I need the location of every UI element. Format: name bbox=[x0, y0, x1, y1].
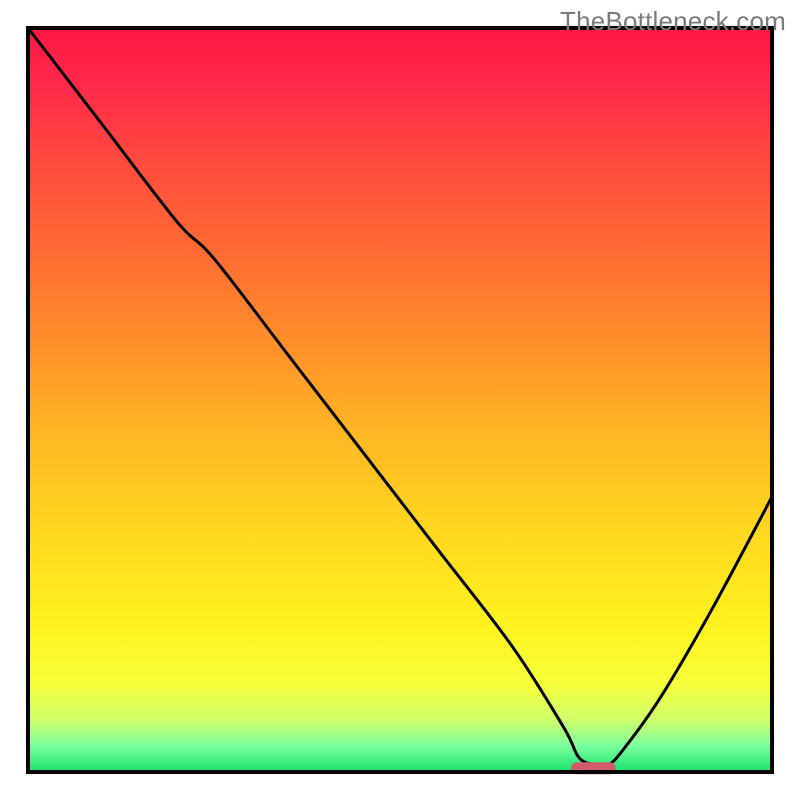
watermark-text: TheBottleneck.com bbox=[560, 6, 786, 37]
bottleneck-chart: TheBottleneck.com bbox=[0, 0, 800, 800]
gradient-background bbox=[28, 28, 772, 772]
plot-area bbox=[28, 28, 772, 774]
chart-svg bbox=[0, 0, 800, 800]
